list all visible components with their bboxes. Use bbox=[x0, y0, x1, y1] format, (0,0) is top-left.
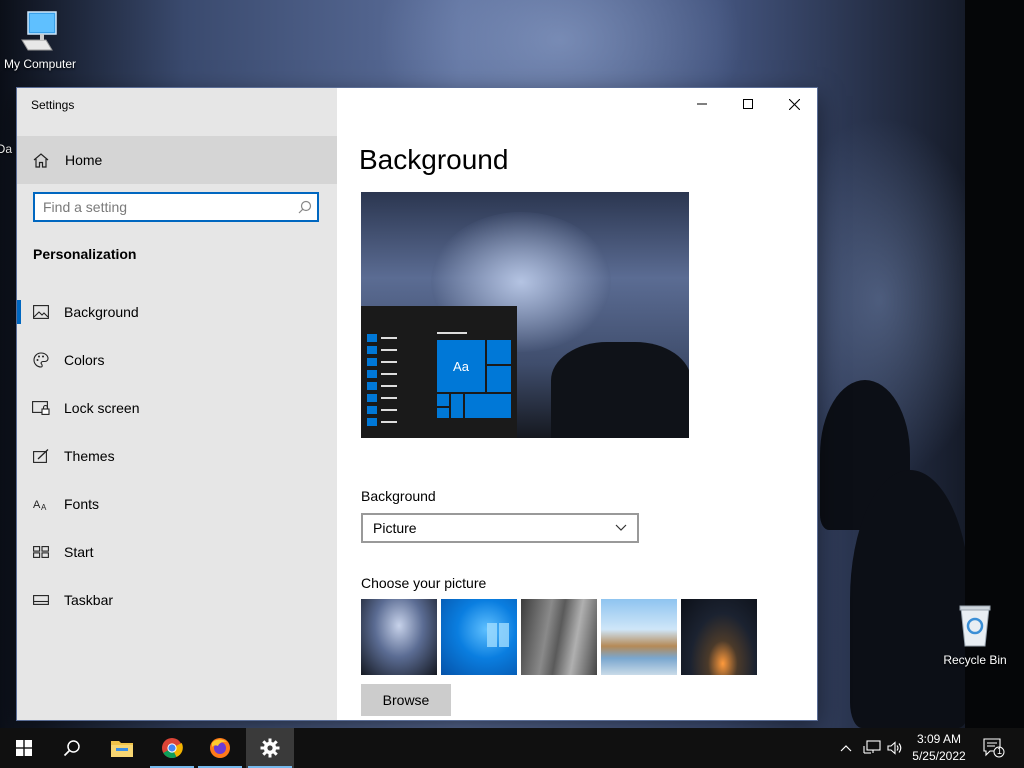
nav-item-label: Start bbox=[64, 544, 94, 560]
page-title: Background bbox=[359, 144, 509, 175]
close-button[interactable] bbox=[771, 88, 817, 120]
maximize-icon bbox=[743, 99, 753, 109]
desktop-icon-label: Recycle Bin bbox=[943, 653, 1007, 667]
picture-thumbnail-4[interactable] bbox=[601, 599, 677, 675]
search-icon bbox=[63, 740, 80, 757]
maximize-button[interactable] bbox=[725, 88, 771, 120]
preview-tile bbox=[436, 393, 450, 407]
palette-icon bbox=[17, 352, 64, 368]
settings-nav-pane: Settings Home Personalization Background bbox=[17, 88, 337, 720]
preview-group-header bbox=[437, 332, 467, 334]
chevron-up-icon bbox=[840, 745, 852, 752]
speaker-icon bbox=[887, 741, 902, 755]
preview-start-menu: Aa bbox=[361, 306, 517, 438]
network-button[interactable] bbox=[862, 728, 882, 768]
preview-app-list bbox=[367, 334, 397, 430]
picture-thumbnail-1[interactable] bbox=[361, 599, 437, 675]
nav-home[interactable]: Home bbox=[17, 136, 337, 184]
nav-item-label: Lock screen bbox=[64, 400, 140, 416]
computer-icon bbox=[21, 11, 57, 51]
nav-item-colors[interactable]: Colors bbox=[17, 336, 337, 384]
nav-item-label: Fonts bbox=[64, 496, 100, 512]
choose-picture-label: Choose your picture bbox=[361, 575, 487, 591]
firefox-icon bbox=[210, 738, 230, 758]
svg-text:A: A bbox=[41, 503, 47, 511]
chrome-icon bbox=[162, 738, 183, 758]
picture-thumbnail-5[interactable] bbox=[681, 599, 757, 675]
search-icon[interactable] bbox=[293, 200, 317, 214]
nav-item-fonts[interactable]: AA Fonts bbox=[17, 480, 337, 528]
preview-tile bbox=[486, 365, 512, 393]
taskbar-icon bbox=[17, 595, 64, 605]
start-icon bbox=[17, 546, 64, 558]
preview-tile-text: Aa bbox=[437, 340, 485, 392]
recycle-bin-icon bbox=[959, 605, 991, 647]
browse-button[interactable]: Browse bbox=[361, 684, 451, 716]
settings-taskbar-button[interactable] bbox=[246, 728, 294, 768]
windows-logo-icon bbox=[16, 740, 32, 756]
network-icon bbox=[863, 740, 881, 754]
minimize-icon bbox=[697, 103, 707, 105]
nav-item-lock-screen[interactable]: Lock screen bbox=[17, 384, 337, 432]
preview-tile bbox=[450, 393, 464, 419]
windows-logo-glow bbox=[487, 623, 509, 647]
nav-section-heading: Personalization bbox=[33, 246, 137, 262]
nav-item-label: Colors bbox=[64, 352, 105, 368]
file-explorer-button[interactable] bbox=[98, 728, 146, 768]
nav-item-label: Themes bbox=[64, 448, 115, 464]
taskbar-clock[interactable]: 3:09 AM 5/25/2022 bbox=[906, 731, 972, 765]
background-type-value: Picture bbox=[373, 520, 417, 536]
home-icon bbox=[17, 152, 65, 168]
fonts-icon: AA bbox=[17, 497, 64, 511]
search-box[interactable] bbox=[33, 192, 319, 222]
nav-item-themes[interactable]: Themes bbox=[17, 432, 337, 480]
volume-button[interactable] bbox=[886, 728, 904, 768]
lock-screen-icon bbox=[17, 401, 64, 415]
settings-window: Settings Home Personalization Background bbox=[17, 88, 817, 720]
action-center-button[interactable]: 1 bbox=[980, 728, 1008, 768]
wallpaper-silhouette bbox=[850, 470, 970, 728]
start-button[interactable] bbox=[0, 728, 48, 768]
notification-count-badge: 1 bbox=[997, 746, 1003, 756]
chevron-down-icon bbox=[615, 524, 627, 531]
settings-content-pane: Background Aa Background Picture Choose … bbox=[337, 88, 817, 720]
chrome-button[interactable] bbox=[148, 728, 196, 768]
minimize-button[interactable] bbox=[679, 88, 725, 120]
clock-time: 3:09 AM bbox=[916, 732, 962, 746]
search-input[interactable] bbox=[35, 194, 293, 220]
desktop-icon-label: Da bbox=[0, 142, 12, 156]
desktop-icon-label: My Computer bbox=[3, 57, 77, 71]
taskbar: 3:09 AM 5/25/2022 1 bbox=[0, 728, 1024, 768]
firefox-button[interactable] bbox=[196, 728, 244, 768]
close-icon bbox=[788, 98, 800, 110]
nav-item-label: Taskbar bbox=[64, 592, 114, 608]
picture-thumbnail-2[interactable] bbox=[441, 599, 517, 675]
svg-text:A: A bbox=[33, 499, 41, 511]
preview-tile bbox=[464, 393, 512, 419]
nav-item-background[interactable]: Background bbox=[17, 288, 337, 336]
desktop-icon-recycle-bin[interactable]: Recycle Bin bbox=[935, 604, 1015, 667]
nav-item-start[interactable]: Start bbox=[17, 528, 337, 576]
show-hidden-icons-button[interactable] bbox=[838, 728, 854, 768]
preview-tile bbox=[486, 339, 512, 365]
image-icon bbox=[17, 305, 64, 319]
preview-tile bbox=[436, 407, 450, 419]
themes-icon bbox=[17, 449, 64, 463]
nav-item-taskbar[interactable]: Taskbar bbox=[17, 576, 337, 624]
folder-icon bbox=[111, 741, 133, 757]
background-field-label: Background bbox=[361, 488, 436, 504]
preview-wallpaper-crowd bbox=[551, 342, 689, 438]
window-title: Settings bbox=[31, 98, 75, 112]
desktop-icon-my-computer[interactable]: My Computer bbox=[0, 8, 80, 71]
gear-icon bbox=[260, 738, 280, 758]
background-preview: Aa bbox=[361, 192, 689, 438]
desktop-icon-partial[interactable]: Da bbox=[0, 140, 12, 156]
background-type-dropdown[interactable]: Picture bbox=[361, 513, 639, 543]
picture-thumbnails bbox=[361, 599, 757, 675]
nav-home-label: Home bbox=[65, 152, 103, 168]
picture-thumbnail-3[interactable] bbox=[521, 599, 597, 675]
nav-item-label: Background bbox=[64, 304, 139, 320]
clock-date: 5/25/2022 bbox=[912, 749, 966, 763]
search-button[interactable] bbox=[48, 728, 96, 768]
